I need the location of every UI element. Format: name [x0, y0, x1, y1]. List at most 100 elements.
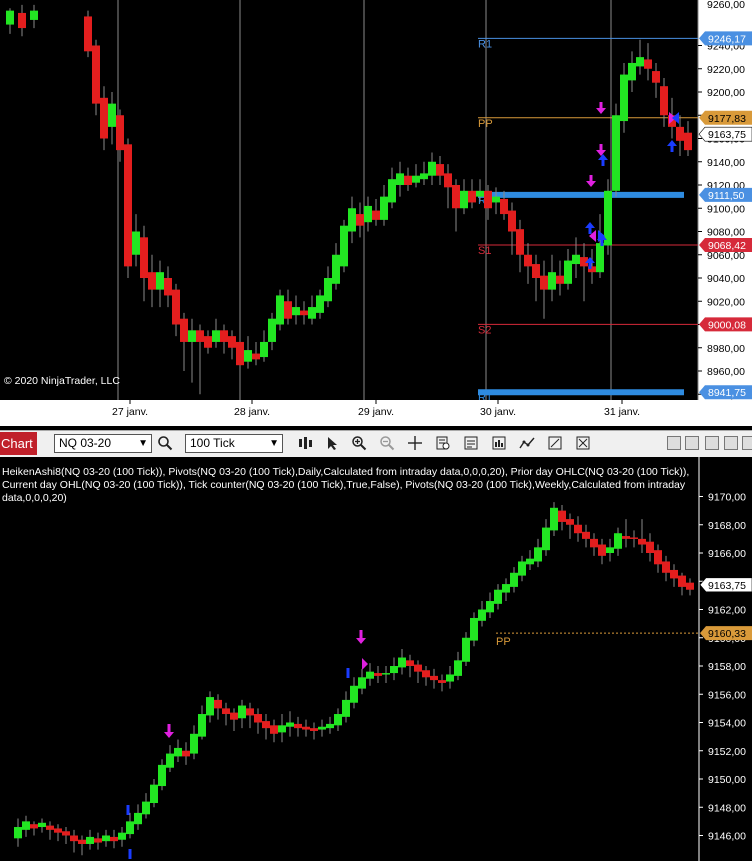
indicator-line-3: data,0,0,0,20) [2, 492, 67, 504]
weekly-r1-price-tag: 8941,75 [699, 385, 752, 400]
main-price-chart[interactable]: 9260,009240,009220,009200,009180,009160,… [0, 0, 752, 400]
heiken-ashi-chart[interactable]: 9170,009168,009166,009164,009162,009160,… [0, 457, 752, 861]
candle-body [236, 341, 244, 366]
interval-selector[interactable]: 100 Tick ▼ [185, 434, 283, 453]
chart-trader-icon[interactable] [546, 435, 564, 453]
chart-tab[interactable]: Chart [0, 432, 37, 455]
ha-candle-body [558, 510, 566, 522]
candle-body [572, 254, 580, 265]
candle-body [508, 210, 516, 232]
arrow-head [596, 108, 606, 114]
ha-candle-body [422, 670, 430, 678]
ha-candle-body [654, 550, 662, 565]
candle-body [652, 71, 660, 83]
candle-body [212, 330, 220, 342]
indicators-icon[interactable] [490, 435, 508, 453]
ha-candle-body [646, 541, 654, 553]
ha-candle-body [534, 547, 542, 562]
instrument-selector[interactable]: NQ 03-20 ▼ [54, 434, 152, 453]
candle-body [364, 205, 372, 223]
ha-candle-body [102, 835, 110, 842]
candle-body [300, 310, 308, 316]
candle-body [564, 260, 572, 284]
ha-candle-body [510, 572, 518, 587]
drawing-tools-icon[interactable] [574, 435, 592, 453]
ha-candle-body [414, 664, 422, 672]
candle-body [108, 103, 116, 127]
time-tick-label: 29 janv. [358, 406, 394, 418]
ha-candle-body [566, 519, 574, 525]
ha-candle-body [398, 657, 406, 668]
arrow-shaft [599, 102, 603, 108]
sell-arrow-icon [596, 102, 606, 114]
ha-candle-body [462, 637, 470, 662]
minimize-window-icon[interactable] [685, 436, 699, 450]
candle-body [84, 16, 92, 52]
candle-body [260, 341, 268, 358]
data-box-icon[interactable] [434, 435, 452, 453]
ha-candle-body [526, 558, 534, 565]
ha-candle-body [126, 821, 134, 835]
price-tick-label: 9150,00 [708, 774, 746, 786]
candle-body [292, 307, 300, 316]
ha-candle-body [310, 728, 318, 731]
price-tick-label: 9166,00 [708, 548, 746, 560]
ha-candle-body [342, 699, 350, 717]
ha-candle-body [334, 714, 342, 726]
pp-price-tag: 9177,83 [699, 110, 752, 125]
crosshair-icon[interactable] [406, 435, 424, 453]
main-chart-canvas[interactable]: 9260,009240,009220,009200,009180,009160,… [0, 0, 752, 400]
price-tag-text: 9160,33 [708, 628, 746, 640]
candle-body [164, 278, 172, 296]
restore-window-icon[interactable] [724, 436, 738, 450]
price-tick-label: 9200,00 [707, 87, 745, 99]
candle-body [308, 307, 316, 319]
r1-price-tag: 9246,17 [699, 31, 752, 46]
ha-candle-body [638, 538, 646, 545]
ha-candle-body [86, 836, 94, 844]
zoom-out-icon[interactable] [378, 435, 396, 453]
candle-body [476, 190, 484, 197]
candle-body [428, 161, 436, 176]
candle-body [612, 115, 620, 191]
zoom-in-icon[interactable] [350, 435, 368, 453]
price-tick-label: 9148,00 [708, 802, 746, 814]
candle-body [452, 185, 460, 209]
candle-body [92, 45, 100, 104]
candle-body [276, 295, 284, 325]
ha-candle-body [230, 712, 238, 720]
candle-body [316, 295, 324, 313]
candle-body [372, 210, 380, 220]
candle-body [412, 175, 420, 183]
ha-candle-body [198, 714, 206, 737]
ha-candle-body [78, 839, 86, 844]
buy-marker-icon [126, 805, 130, 815]
arrow-head [596, 150, 606, 156]
search-icon[interactable] [156, 435, 174, 453]
price-tag-text: 9177,83 [708, 113, 746, 125]
arrow-head [585, 222, 595, 228]
candle-body [604, 190, 612, 246]
buy-arrow-icon [667, 140, 677, 152]
ha-candle-body [606, 547, 614, 553]
arrow-shaft [588, 263, 592, 269]
candle-body [140, 237, 148, 278]
ha-candle-body [446, 674, 454, 682]
heiken-ashi-canvas[interactable]: 9170,009168,009166,009164,009162,009160,… [0, 457, 752, 861]
pointer-icon[interactable] [324, 435, 342, 453]
strategies-icon[interactable] [518, 435, 536, 453]
ha-candle-body [150, 784, 158, 804]
ha-candle-body [326, 723, 334, 729]
price-tick-label: 9156,00 [708, 689, 746, 701]
close-window-icon[interactable] [742, 436, 752, 450]
arrow-head [586, 181, 596, 187]
ha-candle-body [206, 697, 214, 716]
candle-body [116, 115, 124, 151]
tile-window-icon[interactable] [667, 436, 681, 450]
properties-icon[interactable] [462, 435, 480, 453]
bar-type-icon[interactable] [296, 435, 314, 453]
ha-candle-body [582, 531, 590, 539]
candle-body [148, 272, 156, 290]
candle-body [340, 225, 348, 267]
maximize-window-icon[interactable] [705, 436, 719, 450]
